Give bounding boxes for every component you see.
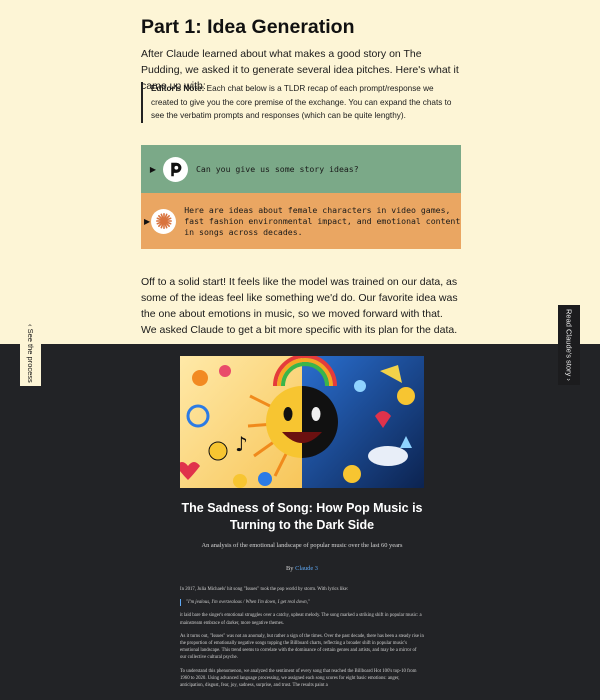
editor-note-label: Editor's Note: [151, 84, 205, 93]
chat-user-text: Can you give us some story ideas? [196, 163, 359, 174]
byline-prefix: By [286, 565, 296, 572]
expand-triangle-icon[interactable]: ▶ [143, 217, 151, 226]
expand-triangle-icon[interactable]: ▶ [143, 165, 163, 174]
story-paragraph: it laid bare the singer's emotional stru… [180, 613, 422, 626]
story-subtitle: An analysis of the emotional landscape o… [201, 542, 403, 549]
claude-asterisk-icon [151, 208, 177, 234]
story-paragraph: As it turns out, "Issues" was not an ano… [180, 633, 424, 661]
svg-text:♪: ♪ [235, 432, 248, 456]
story-quote: "I'm jealous, I'm overzealous / When I'm… [180, 599, 424, 607]
chat-claude-response[interactable]: ▶ Here are ideas about female characters… [141, 193, 461, 249]
body-paragraph: Off to a solid start! It feels like the … [141, 276, 458, 336]
editor-note: Editor's Note: Each chat below is a TLDR… [141, 82, 461, 123]
story-body: In 2017, Julia Michaels' hit song "Issue… [180, 586, 424, 695]
chat-user-prompt[interactable]: ▶ Can you give us some story ideas? [141, 145, 461, 193]
chat-claude-text: Here are ideas about female characters i… [184, 204, 461, 237]
story-paragraph: To understand this phenomenon, we analyz… [180, 668, 417, 689]
story-byline: By Claude 3 [180, 565, 424, 572]
pudding-logo-icon [163, 156, 188, 182]
author-link[interactable]: Claude 3 [295, 565, 318, 572]
see-the-process-label: ‹ See the process [26, 323, 35, 383]
story-title: The Sadness of Song: How Pop Music is Tu… [181, 501, 423, 532]
story-paragraph: In 2017, Julia Michaels' hit song "Issue… [180, 587, 349, 592]
section-title: Part 1: Idea Generation [141, 16, 355, 38]
see-the-process-tab[interactable]: ‹ See the process [20, 320, 41, 386]
story-hero-illustration: ♪ [180, 356, 424, 488]
read-claudes-story-label: Read Claude's story › [564, 309, 574, 381]
read-claudes-story-tab[interactable]: Read Claude's story › [558, 305, 580, 385]
